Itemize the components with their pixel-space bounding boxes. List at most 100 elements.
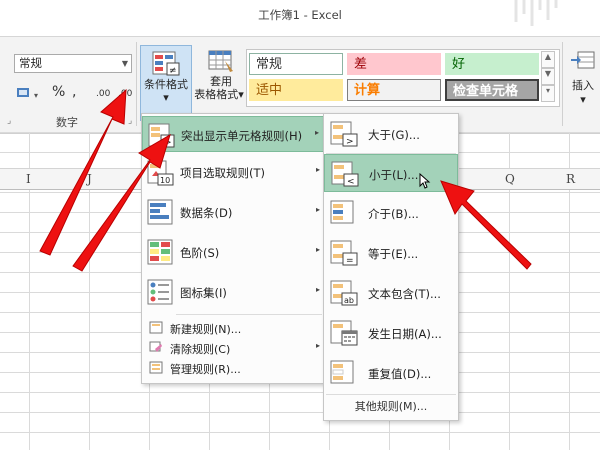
chevron-down-icon: ▾ [163,91,169,104]
column-header-i[interactable]: I [26,172,31,186]
menu-item-data-bars[interactable]: 数据条(D) ▸ [142,194,324,230]
menu-divider [326,394,456,395]
svg-text:≠: ≠ [169,66,177,76]
decorative-pattern-icon [514,0,558,26]
decrease-decimal-button[interactable]: .00 [118,89,132,109]
column-header-j[interactable]: J [87,172,92,186]
percent-style-button[interactable]: % [52,84,65,104]
chevron-right-icon: ▸ [315,341,320,350]
color-scales-icon [147,239,173,265]
svg-text:>: > [346,137,354,147]
clear-rules-icon [149,341,162,352]
chevron-right-icon: ▸ [315,165,320,174]
gallery-more-icon[interactable]: ▾ [541,85,555,102]
accounting-format-icon[interactable]: ▾ [16,86,44,102]
menu-item-highlight-cells-rules[interactable]: > 突出显示单元格规则(H) ▸ [142,116,324,152]
style-good[interactable]: 好 [445,53,539,75]
greater-than-icon: > [330,121,358,147]
icon-sets-icon [147,279,173,305]
scroll-up-icon[interactable]: ▲ [541,51,555,68]
submenu-item-duplicate-values[interactable]: 重复值(D)... [324,354,458,392]
menu-item-icon-sets[interactable]: 图标集(I) ▸ [142,274,324,310]
submenu-item-less-than[interactable]: < 小于(L)... [324,154,458,192]
chevron-right-icon: ▸ [314,128,319,137]
submenu-item-label: 大于(G)... [368,128,420,142]
group-divider [562,42,563,126]
svg-text:ab: ab [344,296,354,305]
submenu-item-more-rules[interactable]: 其他规则(M)... [324,398,458,414]
chevron-down-icon: ▾ [580,93,586,106]
menu-item-label: 管理规则(R)... [170,363,241,376]
submenu-item-text-contains[interactable]: ab 文本包含(T)... [324,274,458,312]
chevron-down-icon[interactable]: ▼ [122,55,128,72]
menu-item-label: 图标集(I) [180,286,227,300]
menu-item-label: 突出显示单元格规则(H) [181,129,303,143]
column-header-r[interactable]: R [566,172,575,186]
conditional-formatting-icon: ≠ [152,51,180,76]
conditional-formatting-button[interactable]: ≠ 条件格式 ▾ [140,45,192,121]
date-occurring-icon [330,320,358,346]
format-as-table-icon [208,50,233,72]
highlight-cells-submenu: > 大于(G)... < 小于(L)... 介于(B)... = 等于(E)..… [323,113,459,421]
menu-item-label: 清除规则(C) [170,343,231,356]
number-group-label: 数字 [56,116,78,129]
format-as-table-label-2: 表格格式▾ [194,88,244,101]
format-as-table-label-1: 套用 [210,75,232,88]
number-dialog-launcher-icon[interactable]: ⌟ [128,116,132,126]
svg-text:=: = [346,256,354,266]
chevron-down-icon: ▾ [238,88,244,101]
style-bad[interactable]: 差 [347,53,441,75]
less-than-icon: < [331,161,359,187]
insert-button[interactable]: 插入 ▾ [568,48,598,106]
chevron-right-icon: ▸ [315,285,320,294]
style-check-cell[interactable]: 检查单元格 [445,79,539,101]
menu-item-color-scales[interactable]: 色阶(S) ▸ [142,234,324,270]
column-header-q[interactable]: Q [505,172,515,186]
submenu-item-equal-to[interactable]: = 等于(E)... [324,234,458,272]
comma-style-button[interactable]: , [72,84,76,104]
duplicate-values-icon [330,360,354,384]
submenu-item-between[interactable]: 介于(B)... [324,194,458,232]
submenu-item-date-occurring[interactable]: 发生日期(A)... [324,314,458,352]
menu-item-label: 新建规则(N)... [170,323,242,336]
menu-item-label: 色阶(S) [180,246,220,260]
style-calculation[interactable]: 计算 [347,79,441,101]
group-divider [136,42,137,126]
conditional-formatting-label: 条件格式 [144,78,188,91]
svg-text:▾: ▾ [34,91,38,100]
svg-text:<: < [347,177,355,187]
submenu-item-label: 文本包含(T)... [368,287,441,301]
insert-cells-icon [571,51,595,69]
submenu-item-greater-than[interactable]: > 大于(G)... [324,115,458,153]
style-normal[interactable]: 常规 [249,53,343,75]
menu-item-manage-rules[interactable]: 管理规则(R)... [142,358,324,378]
conditional-formatting-menu: > 突出显示单元格规则(H) ▸ 10 项目选取规则(T) ▸ 数据条(D) ▸ [141,113,325,384]
mouse-cursor-icon [419,173,431,189]
data-bars-icon [147,199,173,225]
dialog-launcher-icon[interactable]: ⌟ [7,116,11,126]
menu-item-clear-rules[interactable]: 清除规则(C) ▸ [142,338,324,358]
styles-scrollbar[interactable]: ▲ ▼ ▾ [541,51,555,103]
submenu-item-label: 等于(E)... [368,247,419,261]
manage-rules-icon [149,361,163,374]
chevron-right-icon: ▸ [315,205,320,214]
svg-text:10: 10 [160,176,170,185]
menu-divider [176,314,322,315]
scroll-down-icon[interactable]: ▼ [541,68,555,85]
menu-item-new-rule[interactable]: 新建规则(N)... [142,318,324,338]
number-format-dropdown[interactable]: 常规 ▼ [14,54,132,73]
format-as-table-button[interactable]: 套用 表格格式▾ [194,45,244,105]
menu-item-top-bottom-rules[interactable]: 10 项目选取规则(T) ▸ [142,154,324,190]
top-bottom-rules-icon: 10 [147,160,174,186]
text-contains-icon: ab [330,280,358,306]
menu-item-label: 项目选取规则(T) [180,166,265,180]
increase-decimal-button[interactable]: .00 [96,89,110,109]
highlight-rules-icon: > [148,123,175,148]
equal-to-icon: = [330,240,358,266]
between-icon [330,200,354,224]
style-neutral[interactable]: 适中 [249,79,343,101]
insert-label: 插入 [572,79,594,92]
submenu-item-label: 重复值(D)... [368,367,432,381]
submenu-item-label: 发生日期(A)... [368,327,442,341]
submenu-item-label: 小于(L)... [369,168,419,182]
